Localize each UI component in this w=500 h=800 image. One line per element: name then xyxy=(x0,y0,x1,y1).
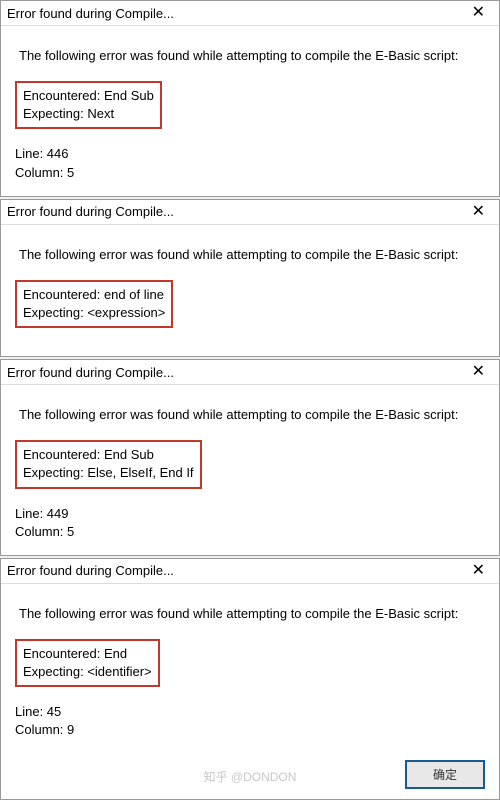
error-dialog: Error found during Compile... ✕ The follow… xyxy=(0,359,500,556)
column-number: Column: 5 xyxy=(15,523,485,541)
error-detail-box: Encountered: end of lineExpecting: <expr… xyxy=(15,280,173,328)
expecting-value: Next xyxy=(87,106,114,121)
dialog-footer: 确定 xyxy=(1,754,499,799)
close-icon[interactable]: ✕ xyxy=(466,563,491,579)
encountered-value: end of line xyxy=(104,287,164,302)
error-dialog: Error found during Compile... ✕ The follow… xyxy=(0,0,500,197)
error-intro: The following error was found while atte… xyxy=(19,247,485,262)
encountered-label: Encountered: xyxy=(23,287,104,302)
close-icon[interactable]: ✕ xyxy=(466,204,491,220)
expecting-value: <expression> xyxy=(87,305,165,320)
encountered-label: Encountered: xyxy=(23,646,104,661)
encountered-value: End xyxy=(104,646,127,661)
expecting-value: Else, ElseIf, End If xyxy=(87,465,193,480)
encountered-line: Encountered: End Sub xyxy=(23,87,154,105)
line-number: Line: 446 xyxy=(15,145,485,163)
titlebar: Error found during Compile... ✕ xyxy=(1,200,499,225)
error-location: Line: 45Column: 9 xyxy=(15,703,485,739)
line-number: Line: 449 xyxy=(15,505,485,523)
dialog-body: The following error was found while atte… xyxy=(1,225,499,356)
encountered-value: End Sub xyxy=(104,447,154,462)
error-intro: The following error was found while atte… xyxy=(19,48,485,63)
dialog-title: Error found during Compile... xyxy=(7,563,174,578)
expecting-label: Expecting: xyxy=(23,465,87,480)
expecting-line: Expecting: Next xyxy=(23,105,154,123)
error-location: Line: 449Column: 5 xyxy=(15,505,485,541)
ok-button[interactable]: 确定 xyxy=(405,760,485,789)
error-intro: The following error was found while atte… xyxy=(19,606,485,621)
encountered-line: Encountered: end of line xyxy=(23,286,165,304)
dialog-title: Error found during Compile... xyxy=(7,365,174,380)
dialog-body: The following error was found while atte… xyxy=(1,385,499,555)
expecting-line: Expecting: <identifier> xyxy=(23,663,152,681)
encountered-label: Encountered: xyxy=(23,447,104,462)
column-number: Column: 5 xyxy=(15,164,485,182)
line-number: Line: 45 xyxy=(15,703,485,721)
error-detail-box: Encountered: EndExpecting: <identifier> xyxy=(15,639,160,687)
dialog-title: Error found during Compile... xyxy=(7,204,174,219)
error-location: Line: 446Column: 5 xyxy=(15,145,485,181)
expecting-value: <identifier> xyxy=(87,664,151,679)
error-intro: The following error was found while atte… xyxy=(19,407,485,422)
expecting-line: Expecting: Else, ElseIf, End If xyxy=(23,464,194,482)
titlebar: Error found during Compile... ✕ xyxy=(1,360,499,385)
expecting-label: Expecting: xyxy=(23,106,87,121)
encountered-value: End Sub xyxy=(104,88,154,103)
close-icon[interactable]: ✕ xyxy=(466,364,491,380)
error-dialog: Error found during Compile... ✕ The follow… xyxy=(0,558,500,800)
dialog-body: The following error was found while atte… xyxy=(1,584,499,754)
expecting-label: Expecting: xyxy=(23,305,87,320)
error-detail-box: Encountered: End SubExpecting: Else, Els… xyxy=(15,440,202,488)
expecting-line: Expecting: <expression> xyxy=(23,304,165,322)
expecting-label: Expecting: xyxy=(23,664,87,679)
dialog-title: Error found during Compile... xyxy=(7,6,174,21)
dialog-body: The following error was found while atte… xyxy=(1,26,499,196)
titlebar: Error found during Compile... ✕ xyxy=(1,1,499,26)
error-dialog: Error found during Compile... ✕ The follow… xyxy=(0,199,500,357)
encountered-line: Encountered: End xyxy=(23,645,152,663)
close-icon[interactable]: ✕ xyxy=(466,5,491,21)
encountered-line: Encountered: End Sub xyxy=(23,446,194,464)
column-number: Column: 9 xyxy=(15,721,485,739)
encountered-label: Encountered: xyxy=(23,88,104,103)
titlebar: Error found during Compile... ✕ xyxy=(1,559,499,584)
error-detail-box: Encountered: End SubExpecting: Next xyxy=(15,81,162,129)
